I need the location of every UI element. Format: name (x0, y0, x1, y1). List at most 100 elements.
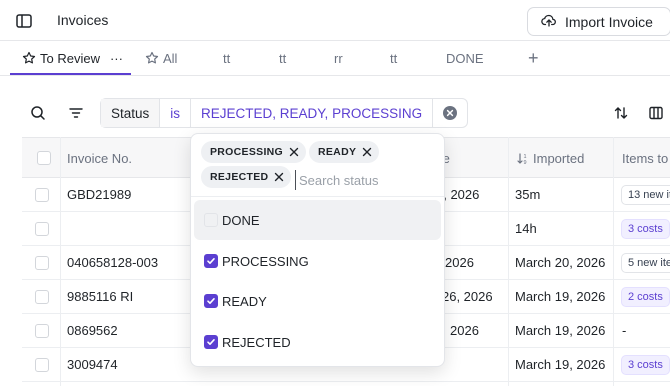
top-bar: Invoices Import Invoice (0, 0, 670, 41)
row-checkbox[interactable] (35, 256, 49, 270)
tab-tt-2[interactable]: tt (279, 41, 286, 75)
columns-icon[interactable] (645, 102, 667, 124)
option-checkbox[interactable] (204, 294, 218, 308)
status-option-done[interactable]: DONE (194, 200, 441, 240)
tab-label: tt (223, 50, 231, 66)
items-badge: 5 new ite (621, 252, 670, 273)
tab-to-review[interactable]: To Review ··· (22, 41, 123, 75)
items-badge: 13 new it (621, 184, 670, 205)
filter-operator[interactable]: is (160, 99, 192, 127)
items-cell: 3 costs (621, 348, 670, 381)
dropdown-divider (191, 196, 444, 197)
tab-label: tt (279, 50, 287, 66)
close-icon[interactable] (274, 172, 284, 182)
option-label: PROCESSING (222, 253, 309, 269)
option-label: READY (222, 293, 267, 309)
filter-field[interactable]: Status (101, 99, 161, 127)
page-title: Invoices (57, 12, 109, 28)
invoice-date: 26, 2026 (442, 289, 493, 304)
items-cell: 3 costs (621, 212, 670, 245)
tag-label: REJECTED (210, 171, 269, 183)
tab-label: tt (390, 50, 398, 66)
row-checkbox[interactable] (35, 222, 49, 236)
tab-rr[interactable]: rr (334, 41, 343, 75)
active-tab-indicator (10, 73, 131, 75)
column-imported[interactable]: 19 Imported (517, 138, 584, 178)
tab-label: DONE (446, 50, 484, 66)
invoice-number: GBD21989 (67, 187, 132, 202)
check-icon (207, 298, 215, 304)
select-all-checkbox[interactable] (37, 151, 51, 165)
option-checkbox[interactable] (204, 254, 218, 268)
import-invoice-button[interactable]: Import Invoice (527, 7, 670, 36)
filter-value[interactable]: REJECTED, READY, PROCESSING (191, 99, 434, 127)
close-icon[interactable] (289, 147, 299, 157)
imported-time: 14h (515, 221, 537, 236)
option-label: DONE (222, 212, 260, 228)
upload-icon (541, 12, 557, 31)
search-icon[interactable] (27, 102, 49, 124)
column-items[interactable]: Items to (622, 138, 668, 178)
invoice-date: 2026 (445, 255, 474, 270)
items-badge: 2 costs (621, 286, 670, 307)
row-checkbox[interactable] (35, 290, 49, 304)
option-checkbox[interactable] (204, 335, 218, 349)
status-filter-chip[interactable]: Status is REJECTED, READY, PROCESSING (100, 98, 469, 128)
check-icon (207, 258, 215, 264)
row-checkbox[interactable] (35, 324, 49, 338)
view-tabs: To Review ··· All tt tt rr tt DONE + (0, 41, 670, 76)
option-label: REJECTED (222, 334, 291, 350)
status-dropdown: PROCESSING READY REJECTED DONE PROCESSIN… (190, 133, 445, 367)
invoice-number: 9885116 RI (67, 289, 134, 304)
selected-tag-processing: PROCESSING (201, 141, 307, 163)
imported-time: 35m (515, 187, 541, 202)
selected-tag-rejected: REJECTED (201, 166, 292, 188)
star-icon (145, 51, 159, 65)
tab-label: To Review (40, 50, 100, 66)
imported-time: March 19, 2026 (515, 289, 606, 304)
clear-filter-icon[interactable] (433, 99, 467, 127)
items-cell: 13 new it (621, 178, 670, 211)
sort-desc-icon: 19 (517, 152, 530, 165)
option-checkbox[interactable] (204, 213, 218, 227)
tab-tt-3[interactable]: tt (390, 41, 397, 75)
tab-label: rr (334, 50, 343, 66)
status-option-processing[interactable]: PROCESSING (194, 241, 441, 281)
tab-all[interactable]: All (145, 41, 177, 75)
invoice-date: 2026 (450, 323, 479, 338)
column-invoice-no[interactable]: Invoice No. (67, 138, 132, 178)
items-badge: 3 costs (621, 218, 670, 239)
check-icon (207, 339, 215, 345)
sidebar-toggle-icon[interactable] (14, 11, 34, 31)
close-icon[interactable] (362, 147, 372, 157)
imported-time: March 20, 2026 (515, 255, 606, 270)
add-tab-button[interactable]: + (528, 41, 539, 75)
items-cell: - (622, 323, 627, 338)
tab-label: All (163, 50, 178, 66)
tab-tt-1[interactable]: tt (223, 41, 230, 75)
items-cell: 5 new ite (621, 246, 670, 279)
invoice-number: 0869562 (67, 323, 118, 338)
selected-tag-ready: READY (309, 141, 380, 163)
filter-icon[interactable] (65, 102, 87, 124)
invoice-number: 3009474 (67, 357, 118, 372)
more-icon[interactable]: ··· (110, 51, 123, 66)
tab-done[interactable]: DONE (446, 41, 484, 75)
status-option-ready[interactable]: READY (194, 281, 441, 321)
row-checkbox[interactable] (35, 358, 49, 372)
tag-label: PROCESSING (210, 146, 284, 158)
star-icon (22, 51, 36, 65)
invoice-number: 040658128-003 (67, 255, 159, 270)
tag-label: READY (318, 146, 357, 158)
imported-time: March 19, 2026 (515, 357, 606, 372)
imported-time: March 19, 2026 (515, 323, 606, 338)
svg-text:9: 9 (524, 160, 527, 165)
row-checkbox[interactable] (35, 188, 49, 202)
import-invoice-label: Import Invoice (565, 13, 653, 30)
status-search-input[interactable] (295, 170, 435, 190)
imported-label: Imported (533, 150, 585, 166)
items-cell: 2 costs (621, 280, 670, 313)
sort-icon[interactable] (610, 102, 632, 124)
items-badge: 3 costs (621, 354, 670, 375)
status-option-rejected[interactable]: REJECTED (194, 322, 441, 362)
